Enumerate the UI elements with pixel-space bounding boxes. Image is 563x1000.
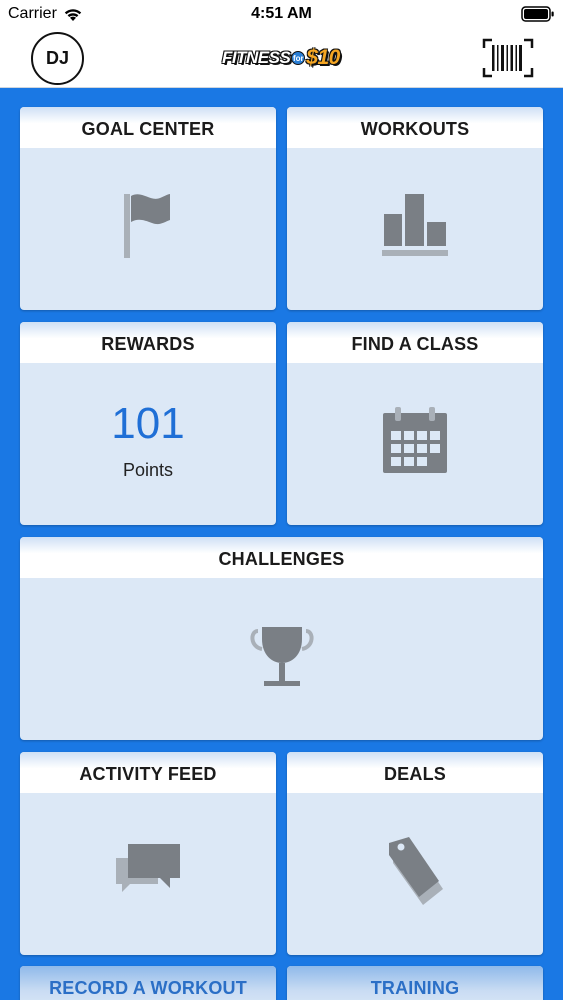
bar-chart-icon [382, 194, 448, 256]
status-bar: Carrier 4:51 AM [0, 0, 563, 30]
deals-tile[interactable]: DEALS [287, 752, 543, 955]
tag-icon [389, 837, 443, 905]
status-time: 4:51 AM [251, 5, 312, 22]
app-header: DJ FITNESS for $10 [0, 30, 563, 88]
logo-fitness-text: FITNESS [222, 48, 291, 67]
trophy-icon [250, 627, 313, 686]
flag-icon [124, 194, 170, 258]
deals-title: DEALS [287, 752, 543, 793]
goal-center-title: GOAL CENTER [20, 107, 276, 148]
goal-center-tile[interactable]: GOAL CENTER [20, 107, 276, 310]
logo-for-text: for [291, 51, 306, 65]
battery-icon [521, 6, 554, 22]
app-logo: FITNESS for $10 [222, 44, 342, 72]
rewards-points-unit: Points [122, 459, 173, 480]
avatar[interactable]: DJ [31, 32, 84, 85]
rewards-tile[interactable]: REWARDS 101 Points [20, 322, 276, 525]
challenges-title: CHALLENGES [20, 537, 543, 578]
record-a-workout-tile[interactable]: RECORD A WORKOUT [20, 966, 276, 1000]
logo-price-text: $10 [306, 46, 340, 69]
rewards-points-value: 101 [111, 398, 185, 448]
rewards-title: REWARDS [20, 322, 276, 363]
workouts-title: WORKOUTS [287, 107, 543, 148]
challenges-tile[interactable]: CHALLENGES [20, 537, 543, 740]
training-title: TRAINING [287, 966, 543, 1000]
record-a-workout-title: RECORD A WORKOUT [20, 966, 276, 1000]
training-tile[interactable]: TRAINING [287, 966, 543, 1000]
calendar-icon [383, 407, 447, 473]
workouts-tile[interactable]: WORKOUTS [287, 107, 543, 310]
avatar-initials: DJ [45, 48, 69, 68]
activity-feed-title: ACTIVITY FEED [20, 752, 276, 793]
activity-feed-tile[interactable]: ACTIVITY FEED [20, 752, 276, 955]
find-a-class-tile[interactable]: FIND A CLASS [287, 322, 543, 525]
barcode-icon[interactable] [482, 38, 534, 78]
chat-bubbles-icon [116, 844, 180, 892]
find-a-class-title: FIND A CLASS [287, 322, 543, 363]
